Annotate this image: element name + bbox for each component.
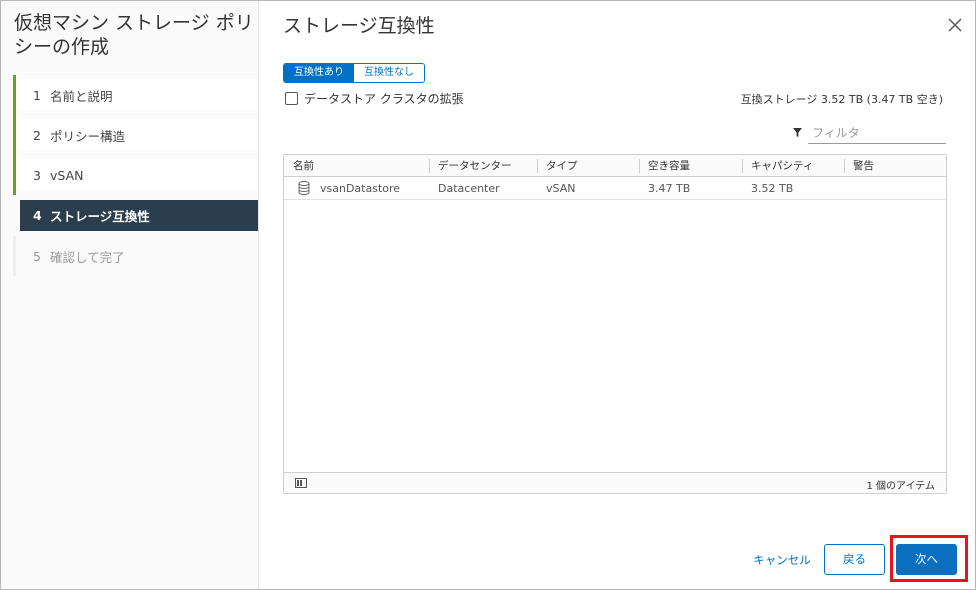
step-label: 確認して完了 [50,249,125,265]
column-header-warning[interactable]: 警告 [844,155,946,176]
cell-warning [844,177,946,199]
filter-icon [793,128,802,137]
step-number: 4 [33,208,42,223]
expand-datastore-cluster-row[interactable]: データストア クラスタの拡張 [285,90,464,107]
back-button[interactable]: 戻る [824,544,885,575]
incompatible-toggle-button[interactable]: 互換性なし [354,64,424,82]
grid-footer: 1 個のアイテム [284,472,946,493]
cell-free-space: 3.47 TB [648,181,691,195]
step-policy-structure[interactable]: 2 ポリシー構造 [13,115,258,155]
column-toggle-icon[interactable] [295,478,307,488]
compatible-storage-summary: 互換ストレージ 3.52 TB (3.47 TB 空き) [740,93,943,106]
step-label: vSAN [50,167,84,183]
close-icon[interactable] [947,17,963,33]
cell-name: vsanDatastore [284,177,429,199]
step-label: ポリシー構造 [50,128,126,144]
item-count: 1 個のアイテム [866,481,935,492]
table-row[interactable]: vsanDatastore Datacenter vSAN 3.47 TB 3.… [284,177,946,200]
step-vsan[interactable]: 3 vSAN [13,155,258,195]
filter-box [793,122,946,144]
column-header-capacity[interactable]: キャパシティ [742,155,844,176]
datastore-icon [298,181,310,195]
step-label: 名前と説明 [50,88,113,104]
datastore-grid: 名前 データセンター タイプ 空き容量 キャパシティ 警告 vsanDatast… [283,154,947,494]
grid-header: 名前 データセンター タイプ 空き容量 キャパシティ 警告 [284,155,946,177]
wizard-steps: 1 名前と説明 2 ポリシー構造 3 vSAN 4 ストレージ互換性 5 確認し… [13,75,258,276]
cancel-button[interactable]: キャンセル [746,545,818,575]
step-number: 2 [33,127,41,143]
expand-datastore-cluster-checkbox[interactable] [285,92,298,105]
step-number: 3 [33,167,41,183]
cell-datacenter: Datacenter [438,181,500,195]
cell-type: vSAN [546,181,576,195]
step-storage-compatibility[interactable]: 4 ストレージ互換性 [20,200,258,231]
checkbox-label: データストア クラスタの拡張 [304,92,464,106]
compatible-toggle-button[interactable]: 互換性あり [284,64,354,82]
column-header-type[interactable]: タイプ [537,155,639,176]
column-header-datacenter[interactable]: データセンター [429,155,537,176]
step-name-description[interactable]: 1 名前と説明 [13,75,258,115]
compatibility-toggle: 互換性あり 互換性なし [283,63,425,83]
next-button[interactable]: 次へ [896,544,957,575]
step-number: 1 [33,87,41,103]
cell-capacity: 3.52 TB [751,181,794,195]
column-header-free-space[interactable]: 空き容量 [639,155,742,176]
step-review-finish: 5 確認して完了 [13,236,258,276]
column-header-name[interactable]: 名前 [284,155,429,176]
filter-input[interactable] [808,122,946,144]
step-label: ストレージ互換性 [50,209,150,224]
wizard-title: 仮想マシン ストレージ ポリシーの作成 [14,12,254,58]
step-number: 5 [33,248,41,264]
page-title: ストレージ互換性 [283,15,435,37]
datastore-name: vsanDatastore [320,181,401,195]
